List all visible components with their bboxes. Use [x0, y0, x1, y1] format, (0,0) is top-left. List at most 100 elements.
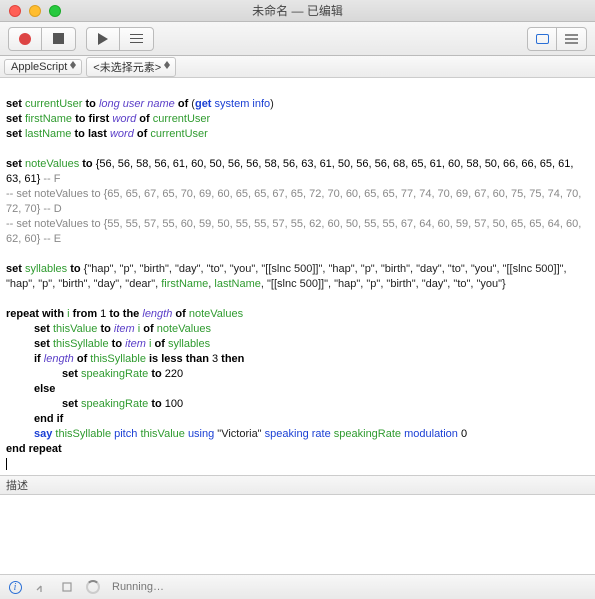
num: 220 — [165, 368, 183, 380]
bounds-icon — [536, 34, 549, 44]
punct: ) — [270, 98, 274, 110]
element-navigator[interactable]: <未选择元素> — [86, 57, 176, 77]
var: noteValues — [157, 323, 211, 335]
show-bounds-button[interactable] — [527, 27, 557, 51]
kw: first — [89, 113, 110, 125]
show-log-button[interactable] — [557, 27, 587, 51]
kw: of — [154, 338, 164, 350]
kw: to — [151, 368, 161, 380]
kw: to — [151, 398, 161, 410]
info-button[interactable]: i — [8, 580, 22, 594]
toolbar — [0, 22, 595, 56]
var: noteValues — [25, 158, 79, 170]
var: firstName — [161, 278, 208, 290]
list: , "[[slnc 500]]", "hap", "p", "birth", "… — [261, 278, 506, 290]
kw: to — [112, 338, 122, 350]
var: syllables — [25, 263, 67, 275]
kw: to — [100, 323, 110, 335]
prop: length — [44, 353, 74, 365]
arg: using — [188, 428, 214, 440]
stop-icon — [53, 33, 64, 44]
kw: to the — [109, 308, 139, 320]
num: 3 — [212, 353, 218, 365]
kw: of — [175, 308, 185, 320]
info-icon: i — [9, 581, 22, 594]
var: noteValues — [189, 308, 243, 320]
description-header[interactable]: 描述 — [0, 475, 595, 495]
comment: -- set noteValues to {65, 65, 67, 65, 70… — [6, 188, 584, 215]
view-toggle-group — [527, 27, 587, 51]
list-icon — [565, 34, 578, 44]
language-selector[interactable]: AppleScript — [4, 59, 82, 75]
kw: of — [139, 113, 149, 125]
var: i — [138, 323, 140, 335]
text-cursor — [6, 458, 7, 470]
kw: else — [34, 383, 55, 395]
status-bar: i Running… — [0, 575, 595, 599]
kw: to — [86, 98, 96, 110]
str: "Victoria" — [217, 428, 261, 440]
kw: to — [75, 128, 85, 140]
stop-small-button[interactable] — [60, 580, 74, 594]
kw: to — [82, 158, 92, 170]
kw: of — [143, 323, 153, 335]
kw: then — [221, 353, 244, 365]
var: currentUser — [150, 128, 207, 140]
var: i — [67, 308, 69, 320]
var: speakingRate — [334, 428, 401, 440]
window-title: 未命名 — 已编辑 — [0, 2, 595, 19]
kw: to — [70, 263, 80, 275]
kw: end if — [34, 413, 63, 425]
prop: long user name — [99, 98, 175, 110]
step-out-button[interactable] — [34, 580, 48, 594]
comment: -- F — [40, 173, 60, 185]
kw: set — [6, 263, 22, 275]
var: speakingRate — [81, 398, 148, 410]
prop: word — [112, 113, 136, 125]
call: say — [34, 428, 52, 440]
var: thisSyllable — [55, 428, 111, 440]
run-button[interactable] — [86, 27, 120, 51]
prop: item — [125, 338, 146, 350]
hammer-icon — [130, 34, 143, 43]
compile-button[interactable] — [120, 27, 154, 51]
window-titlebar: 未命名 — 已编辑 — [0, 0, 595, 22]
comment: -- set noteValues to {55, 55, 57, 55, 60… — [6, 218, 584, 245]
var: thisValue — [140, 428, 184, 440]
var: currentUser — [153, 113, 210, 125]
var: thisSyllable — [53, 338, 109, 350]
kw: is less than — [149, 353, 209, 365]
stop-button[interactable] — [42, 27, 76, 51]
navigation-bar: AppleScript <未选择元素> — [0, 56, 595, 78]
run-step-group — [86, 27, 154, 51]
num: 0 — [461, 428, 467, 440]
kw: of — [178, 98, 188, 110]
arg: system info — [215, 98, 271, 110]
prop: word — [110, 128, 134, 140]
kw: set — [34, 323, 50, 335]
var: lastName — [214, 278, 260, 290]
arg: pitch — [114, 428, 137, 440]
kw: to — [75, 113, 85, 125]
kw: of — [137, 128, 147, 140]
var: thisValue — [53, 323, 97, 335]
kw: set — [6, 128, 22, 140]
record-button[interactable] — [8, 27, 42, 51]
kw: if — [34, 353, 41, 365]
record-icon — [19, 33, 31, 45]
description-pane[interactable] — [0, 495, 595, 575]
num: 1 — [100, 308, 106, 320]
prop: length — [142, 308, 172, 320]
prop: item — [114, 323, 135, 335]
kw: repeat with — [6, 308, 64, 320]
arg: modulation — [404, 428, 458, 440]
script-editor[interactable]: set currentUser to long user name of (ge… — [0, 78, 595, 475]
var: syllables — [168, 338, 210, 350]
call: get — [195, 98, 212, 110]
kw: set — [34, 338, 50, 350]
var: currentUser — [25, 98, 82, 110]
kw: of — [77, 353, 87, 365]
status-text: Running… — [112, 581, 164, 593]
kw: set — [6, 158, 22, 170]
play-icon — [98, 33, 108, 45]
